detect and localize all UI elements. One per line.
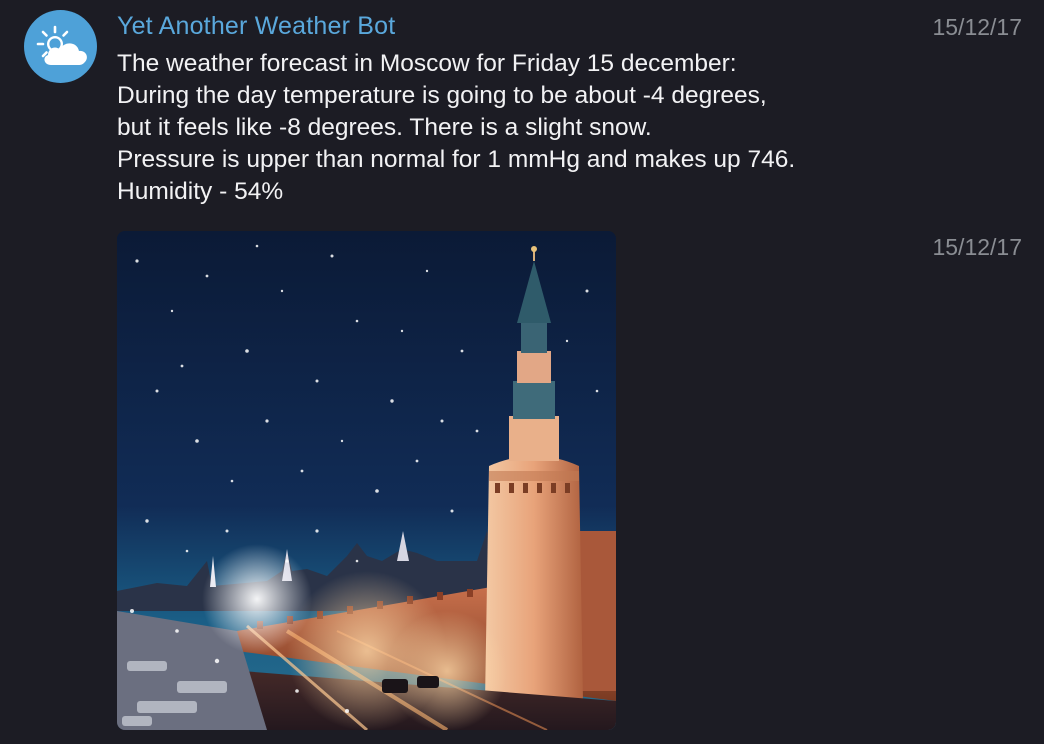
message-line: but it feels like -8 degrees. There is a… (117, 114, 652, 141)
bot-avatar[interactable] (24, 10, 97, 83)
partly-cloudy-icon (36, 25, 87, 65)
photo-attachment[interactable] (117, 231, 616, 730)
message-line: During the day temperature is going to b… (117, 82, 767, 109)
message-timestamp: 15/12/17 (932, 14, 1022, 40)
message-line: Pressure is upper than normal for 1 mmHg… (117, 146, 796, 173)
message-text: The weather forecast in Moscow for Frida… (117, 48, 917, 208)
message-line: Humidity - 54% (117, 178, 284, 205)
kremlin-night-photo (117, 231, 616, 730)
photo-timestamp: 15/12/17 (932, 234, 1022, 260)
sender-name[interactable]: Yet Another Weather Bot (117, 12, 395, 41)
message-line: The weather forecast in Moscow for Frida… (117, 50, 737, 77)
chat-view: Yet Another Weather Bot 15/12/17 The wea… (0, 0, 1044, 744)
